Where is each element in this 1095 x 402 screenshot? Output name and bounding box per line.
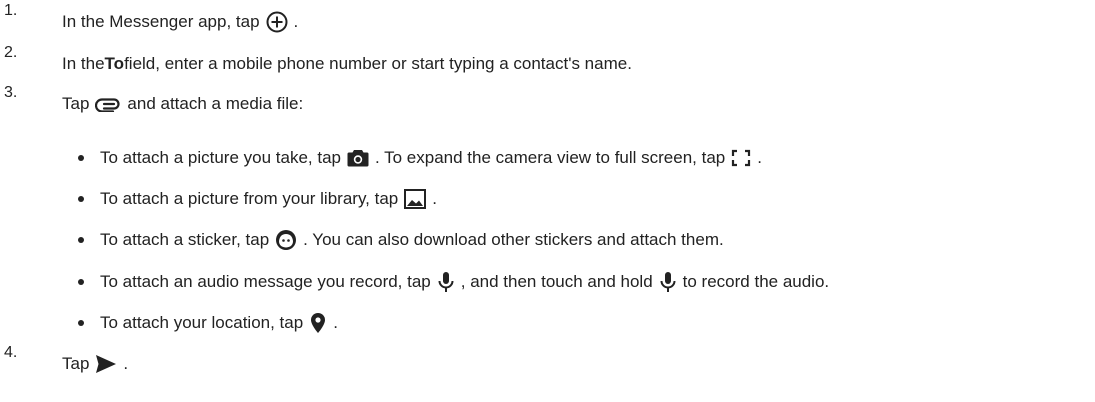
bullet-text: . (757, 148, 762, 167)
bullet-dot (78, 320, 84, 326)
bullet-dot (78, 196, 84, 202)
to-field-label: To (104, 54, 125, 73)
bullet-text: , and then touch and hold (460, 272, 653, 291)
bullet-dot (78, 279, 84, 285)
sticker-icon (275, 229, 297, 251)
location-pin-icon (309, 312, 327, 334)
bullet-text: To attach a sticker, tap (100, 230, 270, 249)
send-icon (95, 353, 117, 375)
bullet-text: . To expand the camera view to full scre… (374, 148, 726, 167)
bullet-dot (78, 155, 84, 161)
bullet-text: To attach a picture from your library, t… (100, 189, 399, 208)
microphone-icon (437, 271, 455, 293)
bullet-text: . (333, 313, 338, 332)
bullet-text: To attach an audio message you record, t… (100, 272, 431, 291)
step-text: In the (62, 54, 105, 73)
add-circle-icon (266, 11, 288, 33)
attachment-icon (95, 93, 121, 115)
step-text: Tap (62, 94, 90, 113)
bullet-text: To attach a picture you take, tap (100, 148, 341, 167)
bullet-text: . (432, 189, 437, 208)
step-text-after: . (123, 354, 129, 373)
fullscreen-icon (731, 147, 751, 169)
camera-icon (347, 147, 369, 169)
step-text-after: and attach a media file: (127, 94, 304, 113)
bullet-text: To attach your location, tap (100, 313, 304, 332)
step-text: Tap (62, 354, 90, 373)
step-number: 1. (4, 2, 18, 19)
bullet-dot (78, 237, 84, 243)
bullet-text: to record the audio. (682, 272, 830, 291)
step-text: In the Messenger app, tap (62, 12, 260, 31)
bullet-text: . You can also download other stickers a… (303, 230, 724, 249)
gallery-icon (404, 188, 427, 210)
step-text-after: . (293, 12, 299, 31)
step-text-after: field, enter a mobile phone number or st… (124, 54, 632, 73)
microphone-icon (659, 271, 677, 293)
step-number: 3. (4, 84, 18, 101)
step-number: 2. (4, 44, 18, 61)
step-number: 4. (4, 344, 18, 361)
